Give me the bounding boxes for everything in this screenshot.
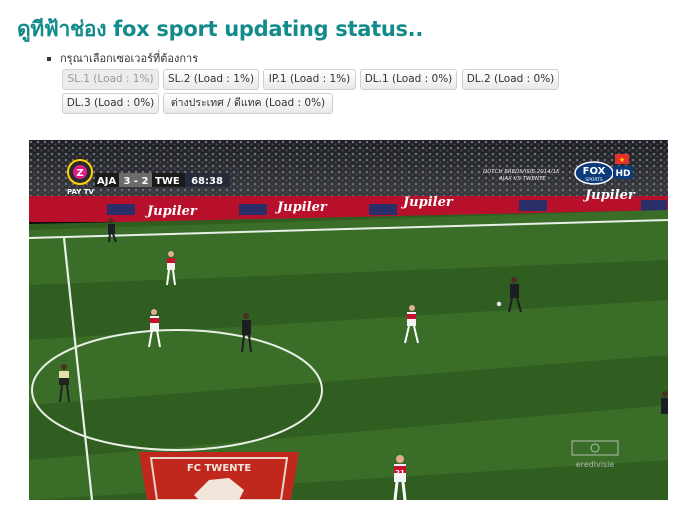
pitch xyxy=(29,210,668,500)
svg-text:DUTCH EREDIVISIE 2014/15: DUTCH EREDIVISIE 2014/15 xyxy=(483,169,560,175)
ad-text: Jupiler xyxy=(582,188,636,203)
svg-text:eredivisie: eredivisie xyxy=(576,460,615,469)
ad-logo xyxy=(641,200,667,211)
server-button-dl1[interactable]: DL.1 (Load : 0%) xyxy=(360,69,457,90)
svg-text:FOX: FOX xyxy=(583,166,606,177)
server-prompt: กรุณาเลือกเซอเวอร์ที่ต้องการ xyxy=(60,52,199,65)
svg-text:68:38: 68:38 xyxy=(191,176,223,187)
ad-logo xyxy=(107,204,135,215)
server-button-sl1[interactable]: SL.1 (Load : 1%) xyxy=(62,69,159,90)
crowd-texture xyxy=(29,140,668,198)
svg-text:FC TWENTE: FC TWENTE xyxy=(187,463,252,474)
ball xyxy=(496,301,502,307)
svg-text:AJAX VS TWENTE: AJAX VS TWENTE xyxy=(498,176,546,182)
svg-text:AJA: AJA xyxy=(97,176,116,187)
page-title: ดูทีฟ้าช่อง fox sport updating status.. xyxy=(17,17,424,41)
server-button-ip1[interactable]: IP.1 (Load : 1%) xyxy=(263,69,356,90)
server-button-dl3[interactable]: DL.3 (Load : 0%) xyxy=(62,93,159,114)
ad-text: Jupiler xyxy=(274,200,328,215)
video-player[interactable]: Jupiler Jupiler Jupiler Jupiler FC TWENT… xyxy=(29,140,668,500)
svg-text:★: ★ xyxy=(619,156,625,164)
server-button-sl2[interactable]: SL.2 (Load : 1%) xyxy=(163,69,259,90)
video-frame: Jupiler Jupiler Jupiler Jupiler FC TWENT… xyxy=(29,140,668,500)
svg-text:PAY TV: PAY TV xyxy=(67,188,95,196)
server-button-dl2[interactable]: DL.2 (Load : 0%) xyxy=(462,69,559,90)
list-bullet xyxy=(47,57,51,61)
ad-text: Jupiler xyxy=(400,195,454,210)
svg-text:HD: HD xyxy=(615,169,630,179)
server-button-overseas[interactable]: ต่างประเทศ / ดีแทค (Load : 0%) xyxy=(163,93,333,114)
svg-text:21: 21 xyxy=(395,469,405,477)
ad-logo xyxy=(519,200,547,211)
ad-text: Jupiler xyxy=(144,204,198,219)
svg-text:SPORTS: SPORTS xyxy=(585,177,603,183)
fc-twente-crest: FC TWENTE xyxy=(139,452,299,500)
svg-text:3 - 2: 3 - 2 xyxy=(123,176,148,187)
player xyxy=(661,391,668,414)
ad-logo xyxy=(239,204,267,215)
svg-text:Z: Z xyxy=(76,168,83,179)
ad-logo xyxy=(369,204,397,215)
svg-text:TWE: TWE xyxy=(155,176,180,187)
